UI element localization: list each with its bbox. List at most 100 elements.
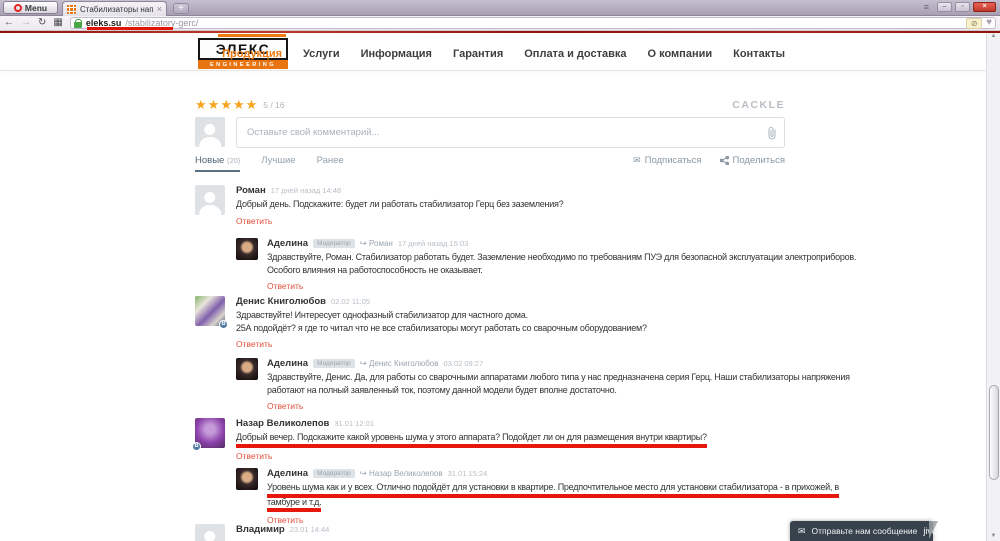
browser-tab-bar: Menu Стабилизаторы напряже... × + ≡ – ▫ … [0,0,1000,16]
comments-tab[interactable]: Новые (20) [195,155,241,172]
comment-avatar [236,238,258,260]
back-icon[interactable]: ← [4,18,14,28]
comment-input[interactable] [236,117,785,148]
speed-dial-icon[interactable]: ▦ [53,18,62,28]
nav-item[interactable]: Оплата и доставка [524,48,626,60]
moderator-badge: Модератор [313,359,355,368]
subscribe-label: Подписаться [644,155,702,166]
share-icon [719,156,729,165]
comment-author[interactable]: Аделина [267,468,308,479]
comment-text: Уровень шума как и у всех. Отлично подой… [267,481,839,512]
moderator-badge: Модератор [313,469,355,478]
star-icon[interactable]: ★ [208,97,221,112]
comment-avatar [195,524,225,541]
close-button[interactable]: × [973,2,996,12]
comment-time: 31.01 12:01 [334,419,374,428]
star-icon[interactable]: ★ [233,97,246,112]
reply-arrow-icon: ↪ [359,468,367,478]
window-controls: ≡ – ▫ × [924,2,996,12]
url-path: /stabilizatory-gerc/ [125,18,199,28]
comment-time: 17 дней назад 15:03 [397,239,469,248]
comment-avatar: B [195,296,228,329]
nav-item[interactable]: Услуги [303,48,340,60]
comment-line: 25А подойдёт? я где то читал что не все … [236,322,647,333]
reply-to-link[interactable]: ↪ Роман [360,238,393,249]
minimize-button[interactable]: – [937,2,952,12]
reply-button[interactable]: Ответить [267,401,303,411]
comment-time: 23.01 14:44 [289,525,330,534]
comment-author[interactable]: Денис Книголюбов [236,296,326,307]
reply-button[interactable]: Ответить [236,339,272,349]
reply-to-link[interactable]: ↪ Денис Книголюбов [360,358,439,369]
browser-tab[interactable]: Стабилизаторы напряже... × [62,1,167,16]
chat-label: Отправьте нам сообщение [811,526,918,536]
comment-author[interactable]: Аделина [267,238,308,249]
chat-widget[interactable]: ✉ Отправьте нам сообщение jivosite [790,521,951,541]
site-header: ЭЛЕКС ENGINEERING Продукция Услуги Информа… [195,34,785,70]
comment: B Назар Великолепов 31.01 12:01 Добрый вече… [192,418,707,464]
tab-menu-icon[interactable]: ≡ [924,2,929,12]
reload-icon[interactable]: ↻ [38,18,46,28]
reply-to-link[interactable]: ↪ Назар Великолепов [360,468,443,479]
comment-avatar: B [192,418,225,451]
annotation-url-underline [87,27,173,30]
forward-icon[interactable]: → [21,18,31,28]
menu-label: Menu [24,2,48,13]
comment-line-annotated: Добрый вечер. Подскажите какой уровень ш… [236,431,707,448]
comment-text: Добрый день. Подскажите: будет ли работа… [236,198,564,211]
logo-subtext: ENGINEERING [198,60,288,69]
reply-arrow-icon: ↪ [359,358,367,368]
tab-close-icon[interactable]: × [157,4,162,14]
comment-time: 03.02 09:27 [443,359,484,368]
reply-button[interactable]: Ответить [236,216,272,226]
opera-menu-button[interactable]: Menu [3,1,58,14]
url-field[interactable]: eleks.su /stabilizatory-gerc/ ⊘ ♥ [69,17,996,29]
comment-author[interactable]: Владимир [236,524,285,535]
nav-item[interactable]: Гарантия [453,48,503,60]
scroll-up-icon[interactable]: ▲ [987,33,1000,39]
share-button[interactable]: Поделиться [719,155,785,166]
comments-tab[interactable]: Ранее [317,155,344,172]
scrollbar-thumb[interactable] [988,385,999,480]
new-tab-button[interactable]: + [173,3,189,14]
scroll-down-icon[interactable]: ▼ [987,533,1000,539]
comment-author[interactable]: Роман [236,185,266,196]
comment-line-annotated: Уровень шума как и у всех. Отлично подой… [267,481,839,498]
comment-line-annotated: тамбуре и т.д. [267,496,322,512]
comment: Аделина Модератор ↪ Денис Книголюбов 03.02 … [236,358,850,414]
comment-author[interactable]: Назар Великолепов [236,418,329,429]
star-icon[interactable]: ★ [195,97,208,112]
reply-button[interactable]: Ответить [267,281,303,291]
share-label: Поделиться [732,155,785,166]
blocked-content-icon[interactable]: ⊘ [966,17,983,29]
comment-line: работают на полный заявленный ток, поэто… [267,384,617,395]
cackle-brand-link[interactable]: CACKLE [732,99,785,111]
star-icon[interactable]: ★ [246,97,259,112]
nav-item[interactable]: Информация [361,48,432,60]
annotation-top-line [0,31,1000,33]
provider-badge: B [219,320,228,329]
comment-line: Здравствуйте! Интересует однофазный стаб… [236,310,528,320]
comment-line: Здравствуйте, Роман. Стабилизатор работа… [267,252,857,262]
comment-form [195,117,785,148]
comment-time: 02.02 11:05 [330,297,371,306]
heart-bookmark-icon[interactable]: ♥ [986,18,992,28]
subscribe-button[interactable]: ✉ Подписаться [633,155,701,166]
attach-file-icon[interactable] [767,126,777,145]
comment-tabs: Новые (20) Лучшие Ранее [195,155,365,172]
maximize-button[interactable]: ▫ [955,2,970,12]
star-icon[interactable]: ★ [220,97,233,112]
provider-badge: B [192,442,201,451]
reply-button[interactable]: Ответить [236,451,272,461]
nav-item[interactable]: Продукция [218,34,286,60]
nav-item[interactable]: Контакты [733,48,785,60]
nav-item[interactable]: О компании [648,48,713,60]
comment-author[interactable]: Аделина [267,358,308,369]
comments-tab[interactable]: Лучшие [261,155,295,172]
main-nav: Продукция Услуги Информация Гарантия Оплата … [218,34,785,60]
padlock-icon [73,18,83,28]
comment-text: Здравствуйте, Роман. Стабилизатор работа… [267,251,856,276]
star-rating[interactable]: ★★★★★ [195,96,258,114]
scrollbar[interactable]: ▲ ▼ [986,31,1000,541]
moderator-badge: Модератор [313,239,355,248]
